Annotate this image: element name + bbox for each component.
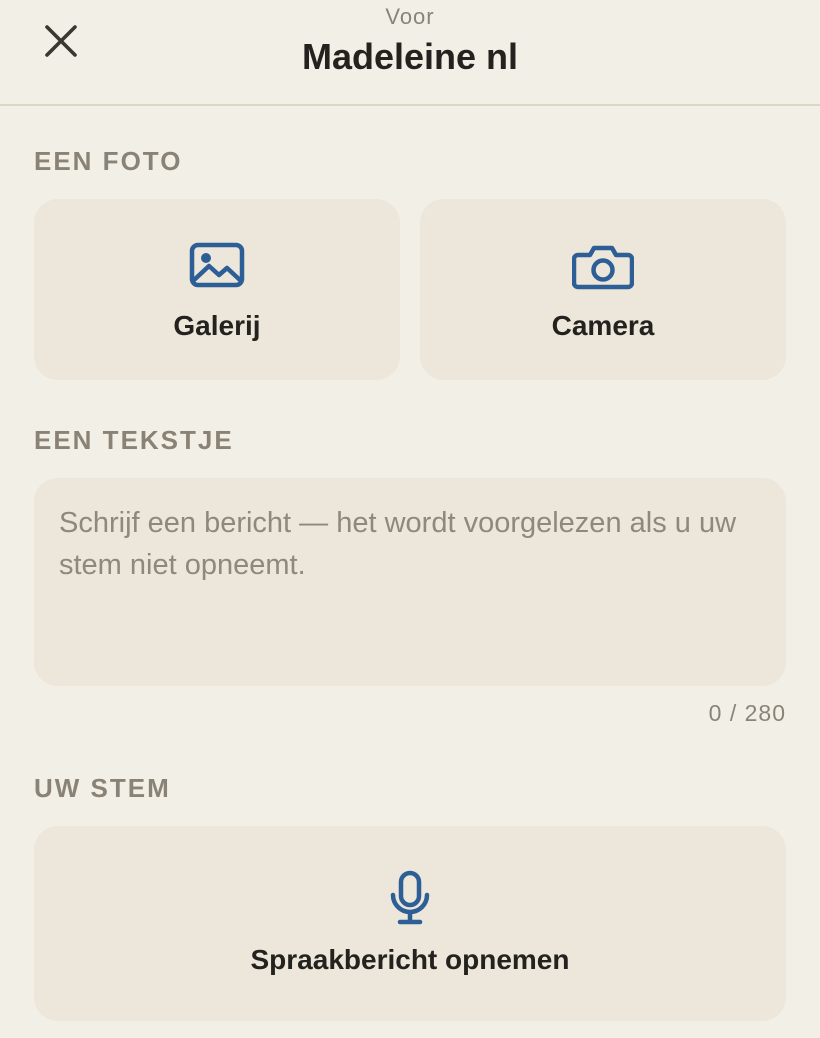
microphone-icon xyxy=(390,870,430,925)
recipient-prefix: Voor xyxy=(385,4,435,29)
camera-icon xyxy=(572,245,634,290)
camera-label: Camera xyxy=(551,310,655,341)
header: Voor Madeleine nl xyxy=(0,0,820,106)
voice-section-label: UW STEM xyxy=(34,773,171,803)
text-section-label: EEN TEKSTJE xyxy=(34,425,234,455)
gallery-label: Galerij xyxy=(173,310,261,341)
recipient-name: Madeleine nl xyxy=(301,36,519,77)
record-voice-button[interactable]: Spraakbericht opnemen xyxy=(34,826,786,1021)
message-field-container xyxy=(34,478,786,686)
image-icon xyxy=(189,242,245,288)
message-field[interactable] xyxy=(34,478,786,686)
record-voice-label: Spraakbericht opnemen xyxy=(250,944,570,975)
character-counter: 0 / 280 xyxy=(708,700,786,726)
photo-section-label: EEN FOTO xyxy=(34,146,183,176)
gallery-button[interactable]: Galerij xyxy=(34,199,400,380)
camera-button[interactable]: Camera xyxy=(420,199,786,380)
